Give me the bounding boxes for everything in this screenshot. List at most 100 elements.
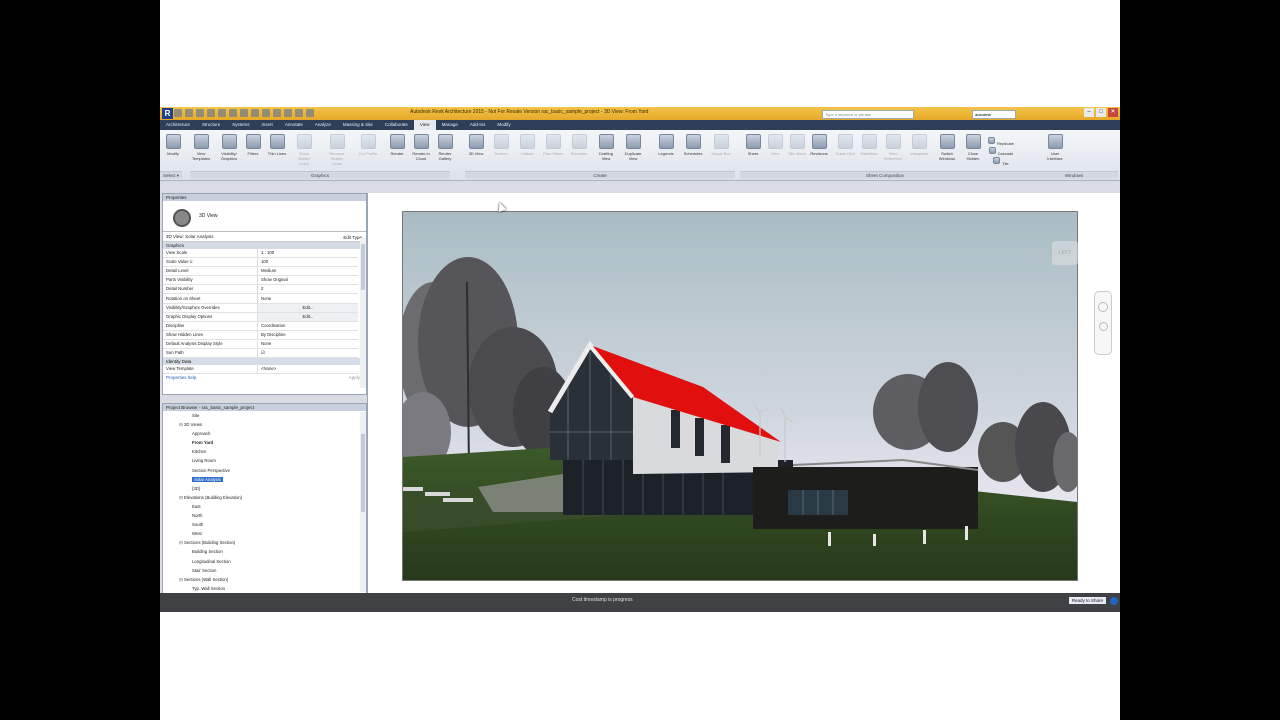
property-value[interactable]: Medium [257, 266, 358, 277]
3d-view-button[interactable]: 3D View [465, 134, 487, 168]
property-value[interactable]: None [257, 339, 358, 350]
close-hidden-icon[interactable] [295, 109, 303, 117]
switch-windows-button[interactable]: Switch Windows [936, 134, 958, 168]
visibility-graphics-button[interactable]: Visibility/ Graphics [218, 134, 240, 168]
tree-node[interactable]: ⊟Sections (Wall Section) [163, 575, 366, 584]
panel-graphics[interactable]: Graphics [190, 171, 450, 179]
tab-insert[interactable]: Insert [256, 120, 279, 130]
group-identity-data[interactable]: Identity Data [163, 358, 366, 366]
render-gallery-button[interactable]: Render Gallery [434, 134, 456, 168]
tree-node[interactable]: Longitudinal Section [163, 557, 366, 566]
cut-profile-button[interactable]: Cut Profile [357, 134, 379, 168]
tree-node[interactable]: Building Section [163, 547, 366, 556]
open-icon[interactable] [174, 109, 182, 117]
property-value[interactable]: Coordination [257, 321, 358, 331]
type-selector[interactable]: 3D View [163, 201, 366, 232]
render-button[interactable]: Render [386, 134, 408, 168]
revit-logo-icon[interactable]: R [162, 108, 173, 119]
cascade-button[interactable]: Cascade [986, 142, 1016, 156]
filter-icon[interactable] [1110, 597, 1118, 605]
viewports-button[interactable]: Viewports [908, 134, 930, 168]
maximize-button[interactable]: □ [1096, 108, 1106, 117]
modify-button[interactable]: Modify [162, 134, 184, 168]
drafting-view-button[interactable]: Drafting View [595, 134, 617, 168]
property-value[interactable]: ☑ [257, 348, 358, 359]
property-value[interactable]: 2 [257, 284, 358, 295]
revisions-button[interactable]: Revisions [808, 134, 830, 168]
callout-button[interactable]: Callout [516, 134, 538, 168]
view-button[interactable]: View [764, 134, 786, 168]
panel-select[interactable]: Select ▾ [160, 171, 182, 179]
tab-systems[interactable]: Systems [226, 120, 255, 130]
tree-node[interactable]: {3D} [163, 484, 366, 493]
section-icon[interactable] [273, 109, 281, 117]
remove-hidden-lines-button[interactable]: Remove Hidden Lines [326, 134, 348, 168]
close-button[interactable]: ✕ [1108, 108, 1118, 117]
tab-manage[interactable]: Manage [436, 120, 464, 130]
property-value[interactable]: Show Original [257, 275, 358, 286]
steering-wheel-icon[interactable] [1098, 302, 1108, 312]
tag-icon[interactable] [240, 109, 248, 117]
render-in-cloud-button[interactable]: Render in Cloud [410, 134, 432, 168]
property-value[interactable]: By Discipline [257, 330, 358, 340]
instance-filter[interactable]: 3D View: Solar Analysis Edit Type [163, 232, 366, 242]
close-hidden-button[interactable]: Close Hidden [962, 134, 984, 168]
3d-view-render[interactable] [402, 211, 1078, 581]
tree-node[interactable]: ⊟3D Views [163, 420, 366, 429]
tree-node[interactable]: Section Perspective [163, 466, 366, 475]
panel-windows[interactable]: Windows [1030, 171, 1118, 179]
property-value[interactable]: 1 : 100 [257, 249, 358, 259]
text-icon[interactable] [251, 109, 259, 117]
property-value[interactable]: 100 [257, 257, 358, 268]
drawing-area[interactable]: LEFT [367, 193, 1120, 593]
replicate-button[interactable]: Replicate [986, 132, 1016, 146]
save-icon[interactable] [185, 109, 193, 117]
viewcube[interactable]: LEFT [1052, 241, 1078, 265]
scope-box-button[interactable]: Scope Box [710, 134, 732, 168]
print-icon[interactable] [218, 109, 226, 117]
tab-modify[interactable]: Modify [491, 120, 516, 130]
tab-collaborate[interactable]: Collaborate [379, 120, 414, 130]
guide-grid-button[interactable]: Guide Grid [834, 134, 856, 168]
tree-node[interactable]: Living Room [163, 456, 366, 465]
tree-node[interactable]: South [163, 520, 366, 529]
section-button[interactable]: Section [490, 134, 512, 168]
tree-node[interactable]: Kitchen [163, 447, 366, 456]
tile-button[interactable]: Tile [986, 152, 1016, 166]
tree-node[interactable]: Typ. Wall Section [163, 584, 366, 593]
tab-add-ins[interactable]: Add-Ins [464, 120, 492, 130]
group-graphics[interactable]: Graphics [163, 242, 366, 249]
tab-architecture[interactable]: Architecture [160, 120, 196, 130]
user-signin[interactable]: autodesk [972, 110, 1016, 119]
zoom-icon[interactable] [1098, 322, 1108, 331]
property-value[interactable]: Edit... [257, 303, 358, 313]
property-value[interactable]: Edit... [257, 312, 358, 322]
title-block-button[interactable]: Title Block [786, 134, 808, 168]
workset-indicator[interactable]: Ready to Share [1068, 597, 1106, 604]
show-hidden-lines-button[interactable]: Show Hidden Lines [293, 134, 315, 168]
redo-icon[interactable] [207, 109, 215, 117]
search-input[interactable]: Type a keyword or phrase [822, 110, 914, 119]
tree-node[interactable]: ⊟Sections (Building Section) [163, 538, 366, 547]
minimize-button[interactable]: – [1084, 108, 1094, 117]
tab-structure[interactable]: Structure [196, 120, 226, 130]
plan-views-button[interactable]: Plan Views [542, 134, 564, 168]
tab-annotate[interactable]: Annotate [279, 120, 309, 130]
sheet-button[interactable]: Sheet [742, 134, 764, 168]
thin-lines-button[interactable]: Thin Lines [266, 134, 288, 168]
tree-node[interactable]: Stair Section [163, 566, 366, 575]
tree-node[interactable]: From Yard [163, 438, 366, 447]
measure-icon[interactable] [229, 109, 237, 117]
tab-view[interactable]: View [413, 120, 436, 130]
duplicate-view-button[interactable]: Duplicate View [622, 134, 644, 168]
properties-scrollbar[interactable] [360, 238, 366, 388]
tree-node[interactable]: Approach [163, 429, 366, 438]
tree-node[interactable]: North [163, 511, 366, 520]
matchline-button[interactable]: Matchline [858, 134, 880, 168]
apply-button[interactable]: Apply [349, 374, 360, 382]
tree-node[interactable]: West [163, 529, 366, 538]
thin-lines-icon[interactable] [284, 109, 292, 117]
switch-windows-icon[interactable] [306, 109, 314, 117]
tree-node[interactable]: Solar Analysis [163, 475, 366, 484]
tree-node[interactable]: East [163, 502, 366, 511]
